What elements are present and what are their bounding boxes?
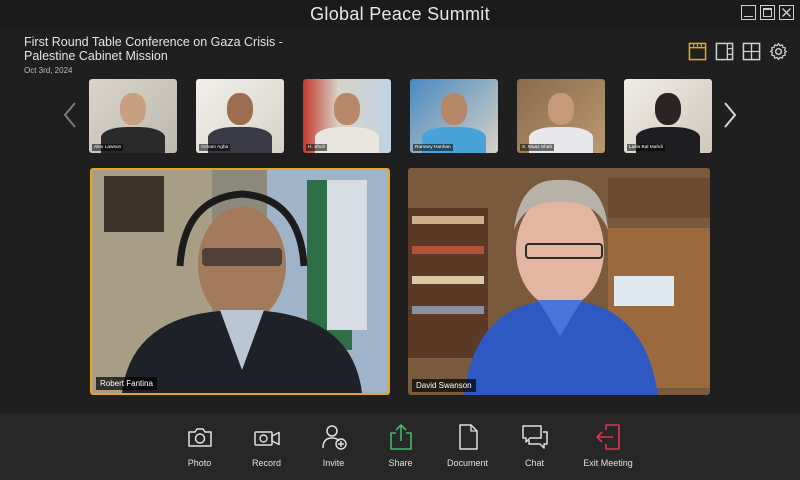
participant-thumbnail[interactable]: Asham Agha xyxy=(196,79,284,153)
participant-video xyxy=(334,93,360,125)
exit-label: Exit Meeting xyxy=(583,458,633,468)
add-user-icon xyxy=(321,425,347,450)
speaker-video xyxy=(408,168,710,395)
participant-name: S. Muaz Shah xyxy=(520,144,555,151)
participant-name: Alex Lawson xyxy=(92,144,124,151)
share-button[interactable]: Share xyxy=(367,423,434,468)
record-button[interactable]: Record xyxy=(233,423,300,468)
participant-name: H. Sholi xyxy=(306,144,327,151)
invite-button[interactable]: Invite xyxy=(300,423,367,468)
share-icon xyxy=(389,424,412,450)
meeting-info: First Round Table Conference on Gaza Cri… xyxy=(24,35,304,75)
meeting-toolbar: Photo Record Invite Share Document Chat … xyxy=(0,413,800,480)
participant-thumbnail[interactable]: S. Muaz Shah xyxy=(517,79,605,153)
chevron-right-icon[interactable] xyxy=(720,100,740,130)
title-bar: Global Peace Summit xyxy=(0,0,800,28)
speaker-layout-icon[interactable] xyxy=(688,42,707,61)
speaker-tile[interactable]: David Swanson xyxy=(408,168,710,395)
participant-thumbnail[interactable]: Alex Lawson xyxy=(89,79,177,153)
participant-video xyxy=(227,93,253,125)
camera-icon xyxy=(187,428,212,447)
video-camera-icon xyxy=(253,431,280,446)
record-label: Record xyxy=(251,458,281,468)
participant-thumbnail[interactable]: Lailla Bal Mahdi xyxy=(624,79,712,153)
chat-label: Chat xyxy=(524,458,544,468)
minimize-icon[interactable] xyxy=(741,5,756,20)
chat-button[interactable]: Chat xyxy=(501,423,568,468)
participant-thumbnail[interactable]: Ramsey Hanhan xyxy=(410,79,498,153)
settings-gear-icon[interactable] xyxy=(769,42,788,61)
active-speaker-tile[interactable]: Robert Fantina xyxy=(90,168,390,395)
close-icon[interactable] xyxy=(779,5,794,20)
participant-video xyxy=(548,93,574,125)
document-button[interactable]: Document xyxy=(434,423,501,468)
maximize-icon[interactable] xyxy=(760,5,775,20)
exit-meeting-button[interactable]: Exit Meeting xyxy=(568,423,648,468)
speaker-video xyxy=(92,170,388,393)
chat-icon xyxy=(521,425,548,449)
speaker-name: Robert Fantina xyxy=(96,377,157,390)
participant-name: Ramsey Hanhan xyxy=(413,144,453,151)
app-title: Global Peace Summit xyxy=(310,4,490,24)
participant-thumbnail[interactable]: H. Sholi xyxy=(303,79,391,153)
speaker-name: David Swanson xyxy=(412,379,476,392)
meeting-title: First Round Table Conference on Gaza Cri… xyxy=(24,35,283,63)
participant-video xyxy=(441,93,467,125)
document-label: Document xyxy=(446,458,489,468)
meeting-date: Oct 3rd, 2024 xyxy=(24,66,73,75)
participant-name: Asham Agha xyxy=(199,144,231,151)
participant-video xyxy=(120,93,146,125)
participant-video xyxy=(655,93,681,125)
chevron-left-icon[interactable] xyxy=(60,100,80,130)
photo-label: Photo xyxy=(187,458,212,468)
exit-icon xyxy=(596,424,620,450)
share-label: Share xyxy=(388,458,413,468)
document-icon xyxy=(458,424,478,450)
participant-name: Lailla Bal Mahdi xyxy=(627,144,665,151)
layout-controls xyxy=(688,42,788,61)
invite-label: Invite xyxy=(322,458,345,468)
sidebar-layout-icon[interactable] xyxy=(715,42,734,61)
grid-layout-icon[interactable] xyxy=(742,42,761,61)
participant-strip: Alex Lawson Asham Agha H. Sholi Ramsey H… xyxy=(89,79,712,153)
photo-button[interactable]: Photo xyxy=(166,423,233,468)
window-controls xyxy=(741,5,794,20)
